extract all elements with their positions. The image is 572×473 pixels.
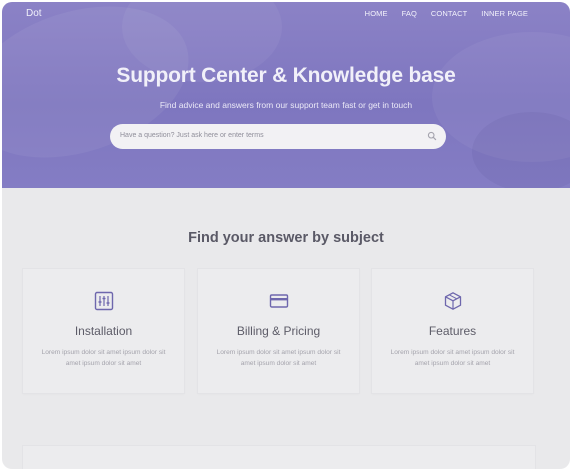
search-placeholder: Have a question? Just ask here or enter … xyxy=(120,132,264,139)
page-frame: Dot HOME FAQ CONTACT INNER PAGE Support … xyxy=(2,2,570,469)
card-description: Lorem ipsum dolor sit amet ipsum dolor s… xyxy=(216,349,341,367)
card-description: Lorem ipsum dolor sit amet ipsum dolor s… xyxy=(41,349,166,367)
sliders-icon xyxy=(94,291,113,311)
nav-home[interactable]: HOME xyxy=(365,9,388,18)
hero-subtitle: Find advice and answers from our support… xyxy=(159,100,413,110)
card-title: Installation xyxy=(74,324,133,338)
search-input[interactable]: Have a question? Just ask here or enter … xyxy=(110,124,446,149)
main-nav: HOME FAQ CONTACT INNER PAGE xyxy=(365,9,528,18)
nav-contact[interactable]: CONTACT xyxy=(431,9,467,18)
card-title: Features xyxy=(428,324,477,338)
hero-banner: Dot HOME FAQ CONTACT INNER PAGE Support … xyxy=(2,2,570,188)
subject-card-installation[interactable]: Installation Lorem ipsum dolor sit amet … xyxy=(23,269,184,393)
next-section-card xyxy=(23,446,535,469)
card-title: Billing & Pricing xyxy=(236,324,321,338)
nav-inner-page[interactable]: INNER PAGE xyxy=(481,9,528,18)
box-icon xyxy=(444,292,461,310)
search-icon[interactable] xyxy=(427,131,437,141)
nav-faq[interactable]: FAQ xyxy=(402,9,417,18)
subject-card-billing[interactable]: Billing & Pricing Lorem ipsum dolor sit … xyxy=(198,269,359,393)
section-title: Find your answer by subject xyxy=(188,230,384,246)
brand-logo[interactable]: Dot xyxy=(26,8,42,19)
card-description: Lorem ipsum dolor sit amet ipsum dolor s… xyxy=(390,349,515,367)
subject-card-features[interactable]: Features Lorem ipsum dolor sit amet ipsu… xyxy=(372,269,533,393)
credit-card-icon xyxy=(269,294,288,308)
hero-title: Support Center & Knowledge base xyxy=(116,64,456,87)
